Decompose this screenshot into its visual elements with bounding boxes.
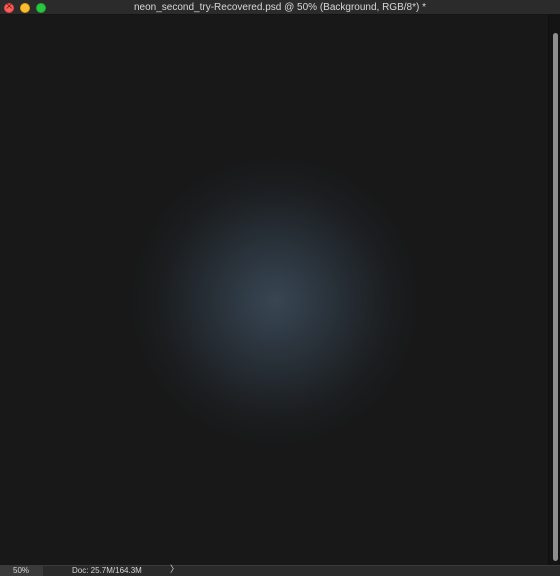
- chevron-right-icon[interactable]: 〉: [170, 565, 179, 575]
- title-bar: neon_second_try-Recovered.psd @ 50% (Bac…: [0, 0, 560, 15]
- photoshop-document-window: neon_second_try-Recovered.psd @ 50% (Bac…: [0, 0, 560, 576]
- document-canvas[interactable]: [0, 15, 548, 565]
- vertical-scrollbar[interactable]: [548, 15, 560, 565]
- document-size-info: Doc: 25.7M/164.3M: [72, 566, 142, 575]
- status-bar: 50% Doc: 25.7M/164.3M 〉: [0, 565, 560, 576]
- zoom-level-field[interactable]: 50%: [0, 566, 43, 576]
- scrollbar-thumb[interactable]: [553, 33, 558, 561]
- window-title: neon_second_try-Recovered.psd @ 50% (Bac…: [134, 2, 426, 13]
- canvas-area[interactable]: [0, 15, 548, 565]
